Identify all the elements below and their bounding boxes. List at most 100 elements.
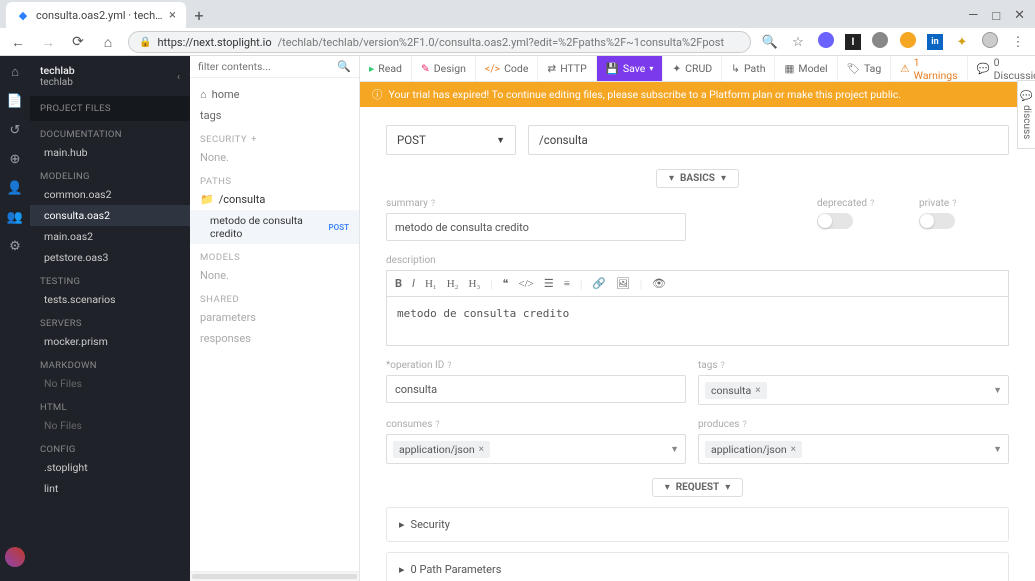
tb-code[interactable]: </>Code xyxy=(476,56,538,81)
sidebar-item-stoplight[interactable]: .stoplight xyxy=(30,457,190,478)
menu-icon[interactable]: ⋮ xyxy=(1009,35,1027,50)
minimize-icon[interactable]: — xyxy=(968,8,978,24)
sidebar-item-lint[interactable]: lint xyxy=(30,478,190,499)
ul-icon[interactable]: ☰ xyxy=(544,277,554,290)
section-basics[interactable]: ▾ BASICS ▾ xyxy=(656,169,739,188)
tb-warnings[interactable]: ⚠1 Warnings xyxy=(891,56,967,82)
chevron-down-icon[interactable]: ▼ xyxy=(993,385,1002,396)
tree-operation[interactable]: metodo de consulta credito POST xyxy=(190,210,359,244)
tb-path[interactable]: ↳Path xyxy=(722,56,775,81)
star-icon[interactable]: ☆ xyxy=(789,35,807,50)
rail-team-icon[interactable]: 👥 xyxy=(7,210,23,225)
h2-icon[interactable]: H₂ xyxy=(447,278,459,290)
description-editor[interactable]: metodo de consulta credito xyxy=(386,296,1009,346)
rail-history-icon[interactable]: ↺ xyxy=(10,123,21,138)
label-description: description xyxy=(386,255,1009,266)
summary-input[interactable] xyxy=(386,213,686,241)
produces-input[interactable]: application/json× ▼ xyxy=(698,434,1009,464)
close-window-icon[interactable]: ✕ xyxy=(1014,8,1025,24)
sidebar-item-common[interactable]: common.oas2 xyxy=(30,184,190,205)
home-button[interactable]: ⌂ xyxy=(98,32,118,52)
chevron-down-icon[interactable]: ▼ xyxy=(993,444,1002,455)
tb-http[interactable]: ⇄HTTP xyxy=(538,56,596,81)
rail-avatar[interactable] xyxy=(5,547,25,567)
close-tab-icon[interactable]: × xyxy=(169,8,176,23)
discuss-tab[interactable]: 💬 discuss xyxy=(1017,80,1035,149)
sidebar-item-consulta[interactable]: consulta.oas2 xyxy=(30,205,190,226)
sidebar-item-mainhub[interactable]: main.hub xyxy=(30,142,190,163)
h3-icon[interactable]: H₃ xyxy=(469,278,481,290)
tree-filter-input[interactable] xyxy=(198,60,337,73)
remove-tag-icon[interactable]: × xyxy=(755,385,760,396)
path-input[interactable] xyxy=(528,125,1009,155)
sidebar-item-mocker[interactable]: mocker.prism xyxy=(30,331,190,352)
tree-tags[interactable]: tags xyxy=(190,105,359,126)
ext-icon-2[interactable]: I xyxy=(845,34,861,50)
tag-chip[interactable]: consulta× xyxy=(705,382,767,399)
profile-avatar[interactable] xyxy=(981,32,999,52)
search-icon[interactable]: 🔍 xyxy=(337,60,351,73)
tree-parameters[interactable]: parameters xyxy=(190,307,359,328)
add-security-icon[interactable]: + xyxy=(251,134,257,145)
tb-save[interactable]: 💾Save▾ xyxy=(597,56,664,81)
tree-path-consulta[interactable]: 📁/consulta xyxy=(190,189,359,210)
quote-icon[interactable]: ❝ xyxy=(502,277,508,290)
sidebar-item-tests[interactable]: tests.scenarios xyxy=(30,289,190,310)
tb-tag[interactable]: 🏷Tag xyxy=(838,56,892,81)
rail-settings-icon[interactable]: ⚙ xyxy=(9,239,21,254)
rail-home-icon[interactable]: ⌂ xyxy=(11,64,19,80)
back-button[interactable]: ← xyxy=(8,32,28,52)
bold-icon[interactable]: B xyxy=(395,277,402,290)
editor-toolbar: ▸Read ✎Design </>Code ⇄HTTP 💾Save▾ ✦CRUD… xyxy=(360,56,1035,82)
zoom-icon[interactable]: 🔍 xyxy=(761,35,779,50)
tree-responses[interactable]: responses xyxy=(190,328,359,349)
remove-chip-icon[interactable]: × xyxy=(479,444,484,455)
tree-models-label: MODELS xyxy=(190,244,359,265)
tags-input[interactable]: consulta× ▼ xyxy=(698,375,1009,405)
code-icon[interactable]: </> xyxy=(518,278,533,290)
address-bar[interactable]: 🔒 https://next.stoplight.io/techlab/tech… xyxy=(128,31,751,53)
reload-button[interactable]: ⟳ xyxy=(68,32,88,52)
consumes-input[interactable]: application/json× ▼ xyxy=(386,434,686,464)
h1-icon[interactable]: H₁ xyxy=(425,278,437,290)
sidebar-item-main[interactable]: main.oas2 xyxy=(30,226,190,247)
private-toggle[interactable] xyxy=(919,213,955,229)
remove-chip-icon[interactable]: × xyxy=(791,444,796,455)
ext-icon-1[interactable] xyxy=(817,32,835,52)
ext-icon-5[interactable]: in xyxy=(927,34,943,50)
operation-id-input[interactable] xyxy=(386,375,686,403)
tb-discussions[interactable]: 💬0 Discussions xyxy=(968,56,1035,82)
ext-icon-3[interactable] xyxy=(871,32,889,52)
tree-scrollbar[interactable] xyxy=(190,571,359,581)
collapse-sidebar-icon[interactable]: ‹ xyxy=(177,70,180,83)
consumes-chip[interactable]: application/json× xyxy=(393,441,490,458)
tree-home[interactable]: ⌂home xyxy=(190,84,359,105)
accordion-path-params[interactable]: ▸0 Path Parameters xyxy=(386,552,1009,581)
accordion-security[interactable]: ▸Security xyxy=(386,507,1009,542)
rail-globe-icon[interactable]: ⊕ xyxy=(10,152,21,167)
ext-icon-4[interactable] xyxy=(899,32,917,52)
tb-model[interactable]: ▦Model xyxy=(775,56,837,81)
tb-crud[interactable]: ✦CRUD xyxy=(663,56,722,81)
produces-chip[interactable]: application/json× xyxy=(705,441,802,458)
image-icon[interactable]: 🖼 xyxy=(616,277,630,290)
ol-icon[interactable]: ≡ xyxy=(564,278,570,290)
rail-file-icon[interactable]: 📄 xyxy=(7,94,23,109)
forward-button[interactable]: → xyxy=(38,32,58,52)
link-icon[interactable]: 🔗 xyxy=(592,277,606,290)
italic-icon[interactable]: I xyxy=(412,277,415,290)
browser-tab[interactable]: ◆ consulta.oas2.yml · techlab · Stop × xyxy=(6,2,186,28)
method-select[interactable]: POST ▼ xyxy=(386,125,516,155)
ext-icon-6[interactable]: ✦ xyxy=(953,35,971,50)
folder-icon: 📁 xyxy=(200,193,214,206)
section-request[interactable]: ▾ REQUEST ▾ xyxy=(652,478,744,497)
rail-user-icon[interactable]: 👤 xyxy=(7,181,23,196)
tb-design[interactable]: ✎Design xyxy=(412,56,476,81)
preview-icon[interactable]: 👁 xyxy=(652,277,666,290)
chevron-down-icon[interactable]: ▼ xyxy=(670,444,679,455)
new-tab-button[interactable]: + xyxy=(186,2,212,28)
maximize-icon[interactable]: □ xyxy=(992,8,1000,24)
sidebar-item-petstore[interactable]: petstore.oas3 xyxy=(30,247,190,268)
deprecated-toggle[interactable] xyxy=(817,213,853,229)
tb-read[interactable]: ▸Read xyxy=(360,56,412,81)
